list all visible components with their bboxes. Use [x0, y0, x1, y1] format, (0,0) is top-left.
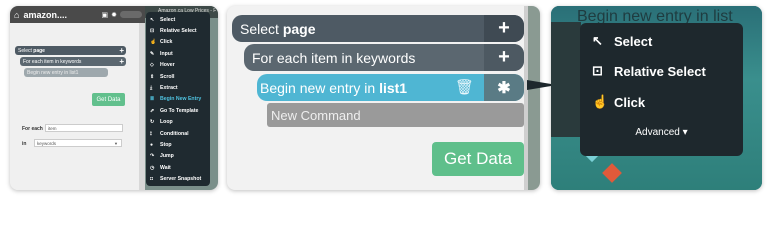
cursor-icon: ↖	[592, 33, 603, 48]
select-page-command[interactable]: Select page +	[15, 46, 126, 55]
menu-item-stop[interactable]: ● Stop	[146, 139, 210, 150]
left-screenshot: ⌂ amazon.... ▣ ✹ Select page + For each …	[10, 6, 218, 190]
menu-item-label: Conditional	[160, 130, 189, 137]
for-each-command[interactable]: For each item in keywords +	[244, 44, 524, 71]
pencil-icon: ✎	[150, 50, 155, 57]
menu-item-label: Input	[160, 50, 173, 57]
begin-new-entry-command[interactable]: Begin new entry in list1 🗑 ✱	[257, 74, 524, 101]
menu-item-wait[interactable]: ◷ Wait	[146, 162, 210, 173]
menu-item-label: Stop	[160, 141, 172, 148]
select-page-label: Select page	[18, 47, 45, 54]
relative-select-icon: ⊡	[592, 63, 603, 78]
pin-icon[interactable]: ✱	[484, 74, 524, 101]
new-command-label: New Command	[271, 107, 361, 123]
menu-item-input[interactable]: ✎ Input	[146, 48, 210, 59]
middle-screenshot: Select page + For each item in keywords …	[227, 6, 540, 190]
scroll-icon: ⇕	[150, 73, 155, 80]
select-page-label: Select page	[240, 20, 316, 37]
hover-icon: ◇	[150, 62, 154, 69]
begin-new-entry-label: Begin new entry in list1	[27, 69, 79, 76]
command-menu: ↖ Select ⊡ Relative Select ☝ Click Advan…	[580, 23, 743, 156]
wait-icon: ◷	[150, 164, 155, 171]
right-screenshot: Begin new entry in list ↖ Select ⊡ Relat…	[551, 6, 762, 190]
for-each-label: For each item in keywords	[23, 58, 82, 65]
add-command-button[interactable]: +	[484, 15, 524, 42]
conditional-icon: ⟟	[150, 130, 152, 137]
left-command-panel: Select page + For each item in keywords …	[10, 23, 139, 190]
snapshot-icon: ◘	[150, 176, 154, 183]
gear-icon[interactable]: ✹	[111, 11, 117, 19]
click-icon: ☝	[150, 39, 157, 46]
menu-item-label: Select	[160, 16, 176, 23]
menu-item-scroll[interactable]: ⇕ Scroll	[146, 71, 210, 82]
click-icon: ☝	[592, 94, 609, 109]
add-command-icon[interactable]: +	[119, 46, 124, 55]
menu-item-click[interactable]: ☝ Click	[146, 37, 210, 48]
menu-item-label: Loop	[160, 119, 173, 126]
cursor-icon: ↖	[150, 16, 155, 23]
menu-item-label: Wait	[160, 164, 171, 171]
mode-toggle[interactable]	[120, 11, 142, 18]
menu-item-relative-select[interactable]: ⊡ Relative Select	[146, 25, 210, 36]
add-command-button[interactable]: +	[484, 44, 524, 71]
menu-item-label: Click	[160, 39, 173, 46]
menu-item-label: Click	[614, 94, 646, 110]
menu-item-go-to-template[interactable]: ⇗ Go To Template	[146, 105, 210, 116]
advanced-toggle[interactable]: Advanced ▾	[580, 127, 743, 138]
jump-icon: ↷	[150, 153, 155, 160]
menu-item-begin-new-entry[interactable]: ≣ Begin New Entry	[146, 94, 210, 105]
list-icon: ≣	[150, 96, 155, 103]
menu-item-label: Hover	[160, 62, 175, 69]
menu-item-label: Extract	[160, 85, 178, 92]
in-select-value: keywords	[37, 140, 57, 146]
stop-icon: ●	[150, 141, 154, 148]
save-icon[interactable]: ▣	[102, 11, 109, 19]
get-data-button[interactable]: Get Data	[92, 93, 125, 106]
template-icon: ⇗	[150, 107, 155, 114]
begin-new-entry-command[interactable]: Begin new entry in list1	[24, 68, 108, 77]
in-select[interactable]: keywords ▼	[34, 139, 122, 147]
app-title: amazon....	[23, 9, 67, 20]
for-each-field[interactable]: item	[45, 124, 123, 132]
in-field-label: in	[22, 141, 27, 147]
get-data-button[interactable]: Get Data	[432, 142, 524, 176]
for-each-field-label: For each	[22, 126, 43, 132]
menu-item-conditional[interactable]: ⟟ Conditional	[146, 128, 210, 139]
extract-icon: ⤓	[150, 85, 153, 92]
menu-item-label: Server Snapshot	[160, 176, 202, 183]
menu-item-label: Relative Select	[160, 28, 197, 35]
loop-icon: ↻	[150, 119, 155, 126]
for-each-label: For each item in keywords	[252, 49, 416, 66]
chevron-down-icon: ▼	[114, 140, 118, 146]
menu-item-click[interactable]: ☝ Click	[592, 94, 645, 110]
relative-select-icon: ⊡	[150, 28, 155, 35]
trash-icon[interactable]: 🗑	[455, 78, 474, 96]
menu-item-relative-select[interactable]: ⊡ Relative Select	[592, 63, 706, 79]
menu-item-extract[interactable]: ⤓ Extract	[146, 82, 210, 93]
select-page-command[interactable]: Select page +	[232, 15, 524, 42]
panel-divider	[524, 6, 528, 190]
for-each-command[interactable]: For each item in keywords +	[20, 57, 126, 66]
menu-item-label: Begin New Entry	[160, 96, 202, 103]
menu-item-loop[interactable]: ↻ Loop	[146, 117, 210, 128]
menu-item-select[interactable]: ↖ Select	[146, 14, 210, 25]
home-icon[interactable]: ⌂	[14, 10, 19, 20]
menu-item-hover[interactable]: ◇ Hover	[146, 60, 210, 71]
add-command-icon[interactable]: +	[119, 57, 124, 66]
new-command-placeholder[interactable]: New Command	[267, 103, 524, 127]
menu-item-server-snapshot[interactable]: ◘ Server Snapshot	[146, 173, 210, 184]
menu-item-select[interactable]: ↖ Select	[592, 33, 652, 49]
menu-item-label: Scroll	[160, 73, 175, 80]
page-sidebar-shadow	[551, 22, 581, 137]
begin-new-entry-label: Begin new entry in list1	[260, 79, 408, 96]
left-app-header: ⌂ amazon.... ▣ ✹	[10, 6, 145, 23]
menu-item-label: Jump	[160, 153, 174, 160]
menu-item-label: Relative Select	[614, 63, 706, 79]
command-menu: ↖ Select ⊡ Relative Select ☝ Click ✎ Input ◇ Hove…	[146, 12, 210, 186]
menu-item-jump[interactable]: ↷ Jump	[146, 151, 210, 162]
menu-item-label: Go To Template	[160, 107, 199, 114]
menu-item-label: Select	[614, 33, 653, 49]
